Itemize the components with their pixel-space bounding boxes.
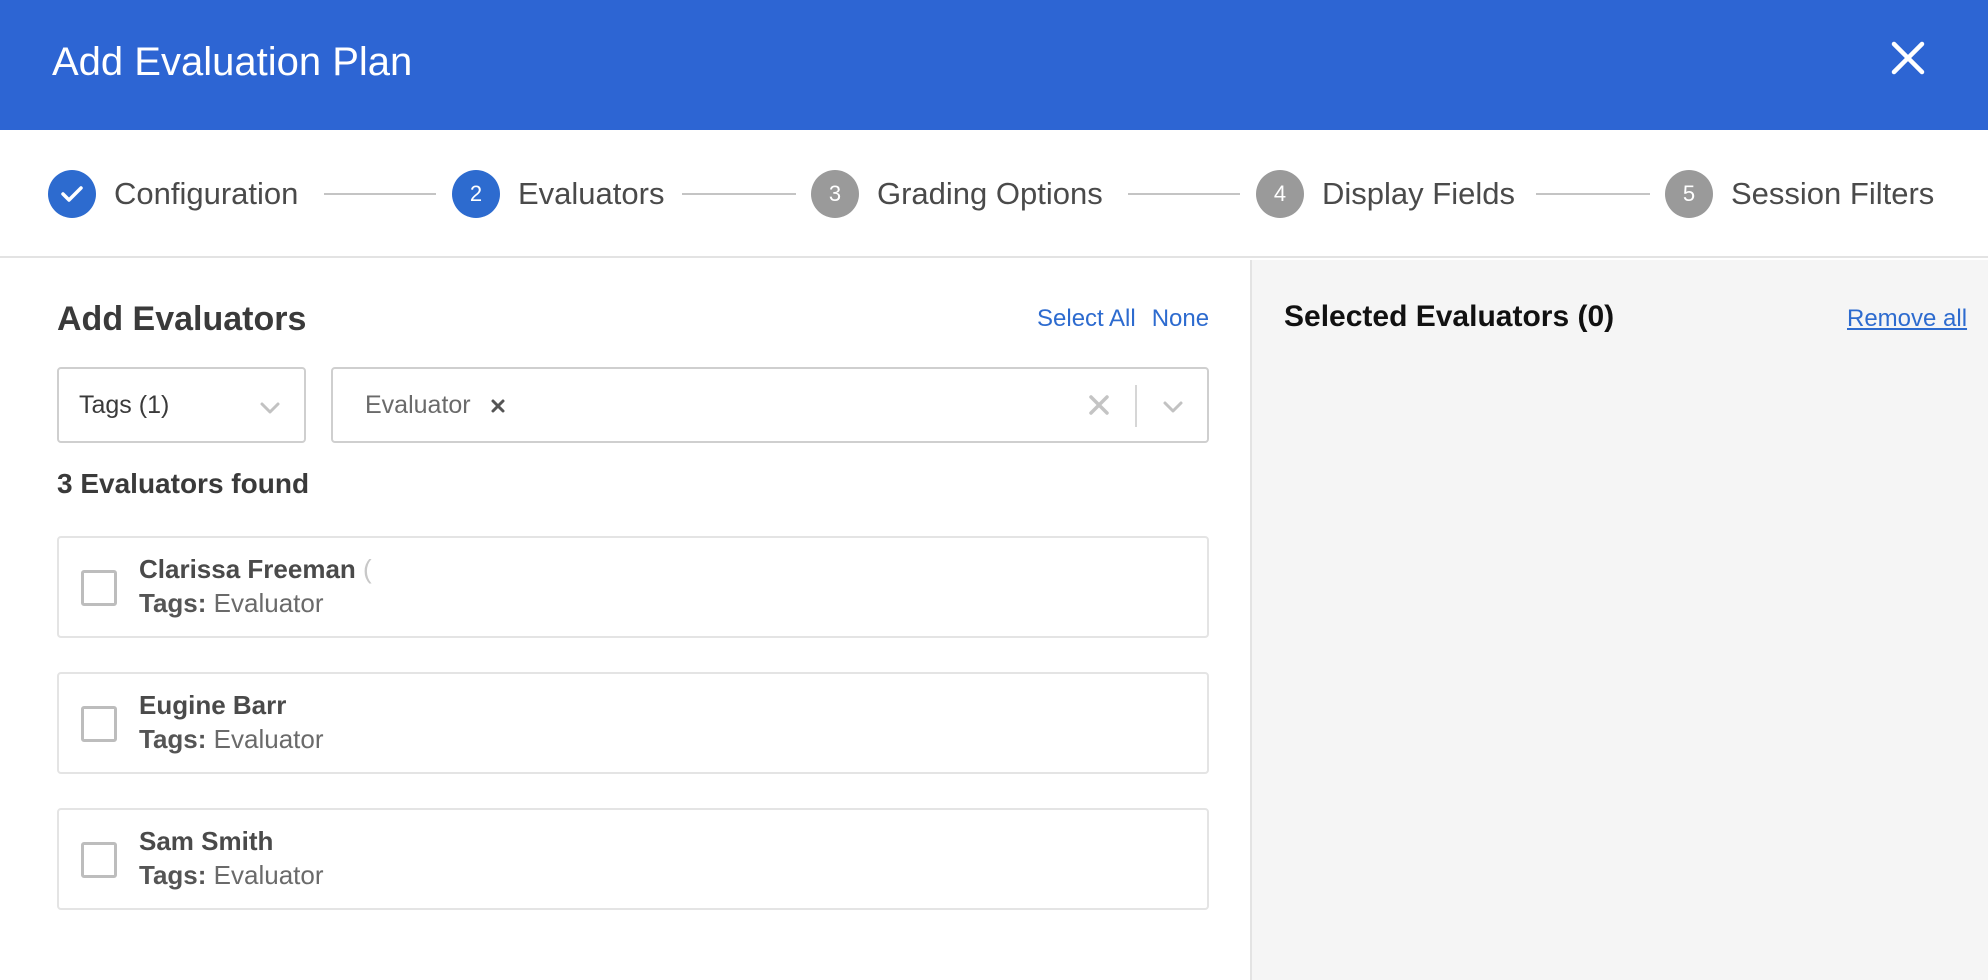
remove-tag-icon[interactable] — [489, 397, 507, 415]
selected-evaluators-panel: Selected Evaluators (0) Remove all — [1250, 260, 1988, 980]
evaluator-tags: Tags: Evaluator — [139, 588, 324, 619]
modal-header: Add Evaluation Plan — [0, 0, 1988, 130]
tags-label: Tags: — [139, 860, 207, 890]
tag-chip-label: Evaluator — [365, 391, 471, 419]
tags-select-value: Tags (1) — [79, 391, 170, 419]
result-count: 3 Evaluators found — [57, 468, 310, 499]
tags-value: Evaluator — [213, 860, 324, 890]
evaluator-name-suffix: ( — [363, 554, 372, 584]
modal-title: Add Evaluation Plan — [52, 40, 413, 84]
evaluator-name-text: Eugine Barr — [139, 690, 287, 720]
evaluator-checkbox[interactable] — [81, 842, 117, 878]
evaluator-tags: Tags: Evaluator — [139, 860, 324, 891]
tags-label: Tags: — [139, 724, 207, 754]
evaluator-row[interactable]: Eugine Barr Tags: Evaluator — [57, 672, 1209, 774]
step-grading-options[interactable]: 3 Grading Options — [811, 170, 1103, 218]
step-connector — [324, 193, 436, 195]
step-connector — [1128, 193, 1240, 195]
step-label: Session Filters — [1731, 176, 1935, 211]
step-label: Grading Options — [877, 176, 1103, 211]
evaluator-tags: Tags: Evaluator — [139, 724, 324, 755]
tag-chip: Evaluator — [365, 391, 507, 420]
step-number: 4 — [1256, 170, 1304, 218]
evaluator-name-text: Sam Smith — [139, 826, 274, 856]
tags-value: Evaluator — [213, 724, 324, 754]
chevron-down-icon — [260, 402, 280, 414]
check-icon — [48, 170, 96, 218]
chevron-down-icon[interactable] — [1159, 393, 1187, 421]
step-evaluators[interactable]: 2 Evaluators — [452, 170, 664, 218]
select-none-link[interactable]: None — [1152, 305, 1209, 333]
step-number: 3 — [811, 170, 859, 218]
step-session-filters[interactable]: 5 Session Filters — [1665, 170, 1934, 218]
step-number: 2 — [452, 170, 500, 218]
wizard-stepper: Configuration 2 Evaluators 3 Grading Opt… — [0, 130, 1988, 258]
select-divider — [1135, 385, 1137, 427]
step-connector — [682, 193, 796, 195]
close-icon[interactable] — [1884, 34, 1932, 82]
step-label: Display Fields — [1322, 176, 1515, 211]
evaluator-name: Eugine Barr — [139, 690, 286, 721]
selection-links: Select All None — [1037, 305, 1209, 333]
evaluator-row[interactable]: Sam Smith Tags: Evaluator — [57, 808, 1209, 910]
evaluator-row[interactable]: Clarissa Freeman ( Tags: Evaluator — [57, 536, 1209, 638]
evaluator-name: Sam Smith — [139, 826, 273, 857]
step-configuration[interactable]: Configuration — [48, 170, 298, 218]
select-all-link[interactable]: Select All — [1037, 305, 1136, 333]
step-number: 5 — [1665, 170, 1713, 218]
remove-all-link[interactable]: Remove all — [1847, 305, 1967, 333]
add-evaluators-panel: Add Evaluators Select All None Tags (1) … — [0, 260, 1250, 980]
evaluator-checkbox[interactable] — [81, 706, 117, 742]
section-title: Add Evaluators — [57, 300, 307, 338]
clear-icon[interactable] — [1085, 391, 1113, 419]
tag-multiselect[interactable]: Evaluator — [331, 367, 1209, 443]
step-label: Configuration — [114, 176, 299, 211]
step-display-fields[interactable]: 4 Display Fields — [1256, 170, 1515, 218]
evaluator-name: Clarissa Freeman ( — [139, 554, 372, 585]
tags-label: Tags: — [139, 588, 207, 618]
selected-title: Selected Evaluators (0) — [1284, 300, 1615, 333]
tags-value: Evaluator — [213, 588, 324, 618]
tags-filter-select[interactable]: Tags (1) — [57, 367, 306, 443]
step-label: Evaluators — [518, 176, 665, 211]
evaluator-checkbox[interactable] — [81, 570, 117, 606]
step-connector — [1536, 193, 1650, 195]
evaluator-name-text: Clarissa Freeman — [139, 554, 356, 584]
